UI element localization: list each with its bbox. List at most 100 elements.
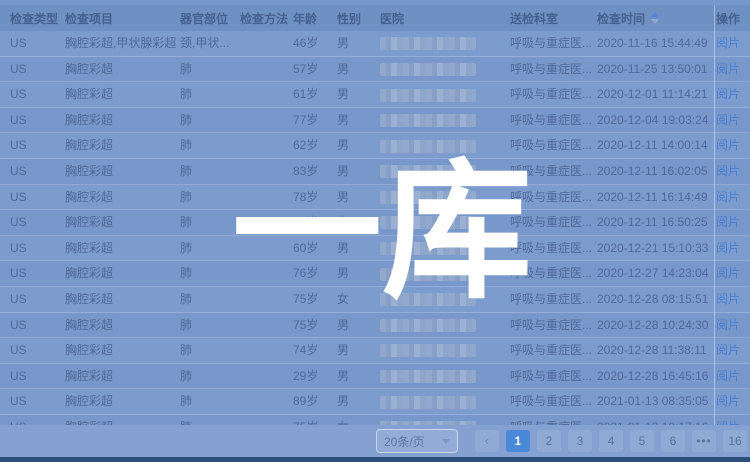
view-image-link[interactable]: 阅片	[716, 36, 740, 50]
cell-actions: 阅片	[716, 236, 750, 261]
cell-organ: 肺	[180, 133, 240, 158]
table-row: US 胸腔彩超 肺 74岁 男 呼吸与重症医... 2020-12-28 11:…	[0, 338, 750, 364]
cell-organ: 肺	[180, 364, 240, 389]
redacted-hospital-block	[380, 37, 476, 50]
cell-exam-type: US	[10, 364, 65, 389]
col-header-exam-time[interactable]: 检查时间	[597, 10, 716, 27]
redacted-hospital-block	[380, 63, 476, 76]
col-header-organ: 器官部位	[180, 10, 240, 27]
cell-exam-time: 2020-12-28 08:15:51	[597, 287, 716, 312]
cell-age: 76岁	[293, 261, 337, 286]
fixed-column-divider	[714, 5, 715, 425]
page-size-select[interactable]: 20条/页	[376, 429, 458, 453]
table-header: 检查类型 检查项目 器官部位 检查方法 年龄 性别 医院 送检科室 检查时间 操…	[0, 5, 750, 31]
page-list: 1 2 3 4 5 6 ••• 16	[506, 430, 747, 452]
redacted-hospital-block	[380, 242, 476, 255]
view-image-link[interactable]: 阅片	[716, 164, 740, 178]
redacted-hospital-block	[380, 114, 476, 127]
page-number-button[interactable]: 2	[537, 430, 561, 452]
cell-hospital	[380, 313, 510, 338]
cell-department: 呼吸与重症医...	[510, 185, 597, 210]
cell-department: 呼吸与重症医...	[510, 338, 597, 363]
cell-actions: 阅片	[716, 82, 750, 107]
cell-department: 呼吸与重症医...	[510, 31, 597, 56]
cell-gender: 男	[337, 338, 380, 363]
page-number-button[interactable]: 3	[568, 430, 592, 452]
cell-exam-item: 胸腔彩超,甲状腺彩超	[65, 31, 180, 56]
cell-gender: 男	[337, 57, 380, 82]
table-row: US 胸腔彩超 肺 76岁 女 呼吸与重症医... 2020-12-11 16:…	[0, 210, 750, 236]
view-image-link[interactable]: 阅片	[716, 266, 740, 280]
cell-exam-time: 2020-12-11 14:00:14	[597, 133, 716, 158]
cell-age: 77岁	[293, 108, 337, 133]
cell-exam-time: 2020-12-04 19:03:24	[597, 108, 716, 133]
cell-hospital	[380, 338, 510, 363]
redacted-hospital-block	[380, 396, 476, 409]
redacted-hospital-block	[380, 89, 476, 102]
cell-hospital	[380, 159, 510, 184]
cell-gender: 男	[337, 364, 380, 389]
view-image-link[interactable]: 阅片	[716, 394, 740, 408]
cell-exam-item: 胸腔彩超	[65, 313, 180, 338]
view-image-link[interactable]: 阅片	[716, 369, 740, 383]
col-header-exam-type: 检查类型	[10, 10, 65, 27]
prev-page-button[interactable]: ‹	[475, 430, 499, 452]
cell-gender: 男	[337, 133, 380, 158]
sort-carets-icon[interactable]	[651, 12, 659, 24]
page-number-button[interactable]: 6	[661, 430, 685, 452]
cell-actions: 阅片	[716, 389, 750, 414]
cell-gender: 男	[337, 159, 380, 184]
redacted-hospital-block	[380, 140, 476, 153]
view-image-link[interactable]: 阅片	[716, 318, 740, 332]
view-image-link[interactable]: 阅片	[716, 241, 740, 255]
view-image-link[interactable]: 阅片	[716, 138, 740, 152]
cell-hospital	[380, 57, 510, 82]
cell-hospital	[380, 108, 510, 133]
view-image-link[interactable]: 阅片	[716, 87, 740, 101]
cell-hospital	[380, 185, 510, 210]
cell-organ: 肺	[180, 313, 240, 338]
view-image-link[interactable]: 阅片	[716, 190, 740, 204]
cell-exam-time: 2020-12-11 16:14:49	[597, 185, 716, 210]
cell-department: 呼吸与重症医...	[510, 57, 597, 82]
table-row: US 胸腔彩超 肺 75岁 男 呼吸与重症医... 2020-12-28 10:…	[0, 313, 750, 339]
view-image-link[interactable]: 阅片	[716, 62, 740, 76]
page-number-button[interactable]: 5	[630, 430, 654, 452]
cell-department: 呼吸与重症医...	[510, 159, 597, 184]
cell-age: 89岁	[293, 389, 337, 414]
view-image-link[interactable]: 阅片	[716, 292, 740, 306]
cell-exam-time: 2020-12-21 15:10:33	[597, 236, 716, 261]
cell-gender: 男	[337, 236, 380, 261]
cell-exam-type: US	[10, 82, 65, 107]
cell-exam-item: 胸腔彩超	[65, 108, 180, 133]
cell-organ: 颈,甲状...	[180, 31, 240, 56]
cell-actions: 阅片	[716, 261, 750, 286]
col-header-age: 年龄	[293, 10, 337, 27]
cell-gender: 男	[337, 261, 380, 286]
more-pages-button[interactable]: •••	[692, 430, 716, 452]
col-header-department: 送检科室	[510, 10, 597, 27]
cell-exam-type: US	[10, 185, 65, 210]
view-image-link[interactable]: 阅片	[716, 113, 740, 127]
page-number-button[interactable]: 1	[506, 430, 530, 452]
cell-age: 61岁	[293, 82, 337, 107]
page-number-button[interactable]: 16	[723, 430, 747, 452]
cell-organ: 肺	[180, 108, 240, 133]
col-header-actions: 操作	[716, 10, 750, 27]
table-row: US 胸腔彩超 肺 57岁 男 呼吸与重症医... 2020-11-25 13:…	[0, 57, 750, 83]
cell-department: 呼吸与重症医...	[510, 287, 597, 312]
cell-exam-type: US	[10, 108, 65, 133]
col-header-method: 检查方法	[240, 10, 293, 27]
redacted-hospital-block	[380, 293, 476, 306]
cell-actions: 阅片	[716, 31, 750, 56]
view-image-link[interactable]: 阅片	[716, 343, 740, 357]
exam-time-label: 检查时间	[597, 10, 645, 27]
table-row: US 胸腔彩超 肺 60岁 男 呼吸与重症医... 2020-12-21 15:…	[0, 236, 750, 262]
view-image-link[interactable]: 阅片	[716, 215, 740, 229]
cell-hospital	[380, 389, 510, 414]
cell-exam-type: US	[10, 159, 65, 184]
redacted-hospital-block	[380, 319, 476, 332]
page-number-button[interactable]: 4	[599, 430, 623, 452]
cell-age: 46岁	[293, 31, 337, 56]
cell-hospital	[380, 133, 510, 158]
